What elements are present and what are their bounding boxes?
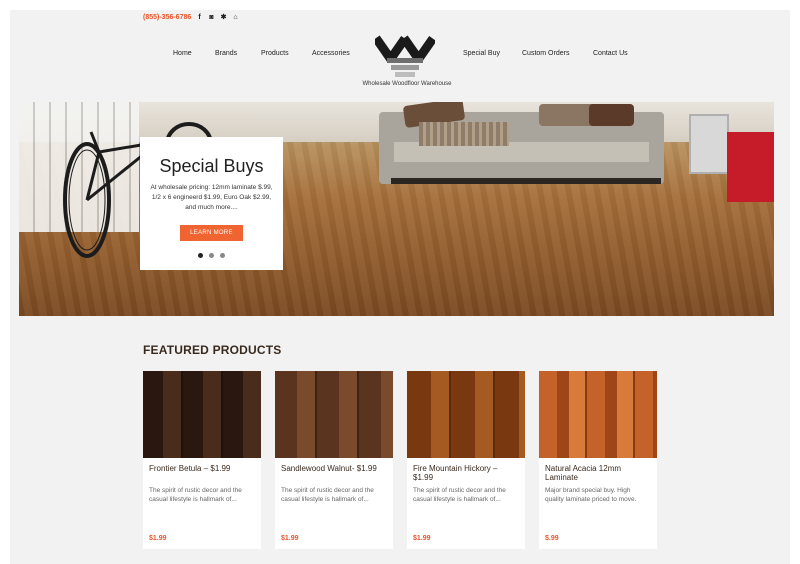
- houzz-icon[interactable]: ⌂: [232, 13, 239, 22]
- carousel-dot[interactable]: [198, 253, 203, 258]
- nav-products[interactable]: Products: [261, 50, 289, 57]
- product-name[interactable]: Sandlewood Walnut- $1.99: [281, 464, 387, 482]
- product-image[interactable]: [539, 371, 657, 458]
- product-price: $.99: [545, 535, 559, 542]
- product-name[interactable]: Natural Acacia 12mm Laminate: [545, 464, 651, 482]
- promo-card: Special Buys At wholesale pricing: 12mm …: [140, 137, 283, 270]
- product-name[interactable]: Frontier Betula – $1.99: [149, 464, 255, 482]
- hero-red-cabinet: [727, 132, 774, 202]
- phone-number[interactable]: (855)-356-6786: [143, 14, 191, 21]
- logo-text: Wholesale Woodfloor Warehouse: [362, 81, 452, 87]
- product-card[interactable]: Natural Acacia 12mm Laminate Major brand…: [539, 371, 657, 549]
- product-card[interactable]: Fire Mountain Hickory – $1.99 The spirit…: [407, 371, 525, 549]
- logo-icon[interactable]: [375, 34, 435, 78]
- nav-special-buy[interactable]: Special Buy: [463, 50, 500, 57]
- carousel-dot[interactable]: [220, 253, 225, 258]
- product-price: $1.99: [281, 535, 299, 542]
- product-description: The spirit of rustic decor and the casua…: [413, 487, 506, 503]
- product-image[interactable]: [275, 371, 393, 458]
- product-price: $1.99: [413, 535, 431, 542]
- nav-brands[interactable]: Brands: [215, 50, 237, 57]
- nav-custom-orders[interactable]: Custom Orders: [522, 50, 569, 57]
- learn-more-button[interactable]: LEARN MORE: [180, 225, 243, 241]
- product-description: The spirit of rustic decor and the casua…: [281, 487, 374, 503]
- instagram-icon[interactable]: ◙: [208, 13, 215, 22]
- product-description: Major brand special buy. High quality la…: [545, 487, 637, 503]
- yelp-icon[interactable]: ✱: [220, 13, 227, 22]
- promo-title: Special Buys: [159, 156, 264, 176]
- featured-products-heading: FEATURED PRODUCTS: [143, 343, 282, 357]
- carousel-dot[interactable]: [209, 253, 214, 258]
- hero-banner: Special Buys At wholesale pricing: 12mm …: [19, 102, 774, 316]
- facebook-icon[interactable]: f: [196, 13, 203, 22]
- product-card[interactable]: Sandlewood Walnut- $1.99 The spirit of r…: [275, 371, 393, 549]
- product-name[interactable]: Fire Mountain Hickory – $1.99: [413, 464, 519, 482]
- nav-accessories[interactable]: Accessories: [312, 50, 350, 57]
- carousel-dots: [140, 253, 283, 258]
- product-image[interactable]: [143, 371, 261, 458]
- product-price: $1.99: [149, 535, 167, 542]
- hero-sofa-base: [391, 178, 661, 184]
- page: (855)-356-6786 f ◙ ✱ ⌂ Home Brands Produ…: [10, 10, 790, 564]
- nav-contact-us[interactable]: Contact Us: [593, 50, 628, 57]
- hero-pillow: [589, 104, 634, 126]
- hero-throw-blanket: [419, 122, 509, 146]
- hero-shelf: [689, 114, 729, 174]
- product-image[interactable]: [407, 371, 525, 458]
- social-links: f ◙ ✱ ⌂: [196, 13, 239, 22]
- promo-body: At wholesale pricing: 12mm laminate $.99…: [150, 184, 273, 211]
- product-description: The spirit of rustic decor and the casua…: [149, 487, 242, 503]
- product-card[interactable]: Frontier Betula – $1.99 The spirit of ru…: [143, 371, 261, 549]
- nav-home[interactable]: Home: [173, 50, 192, 57]
